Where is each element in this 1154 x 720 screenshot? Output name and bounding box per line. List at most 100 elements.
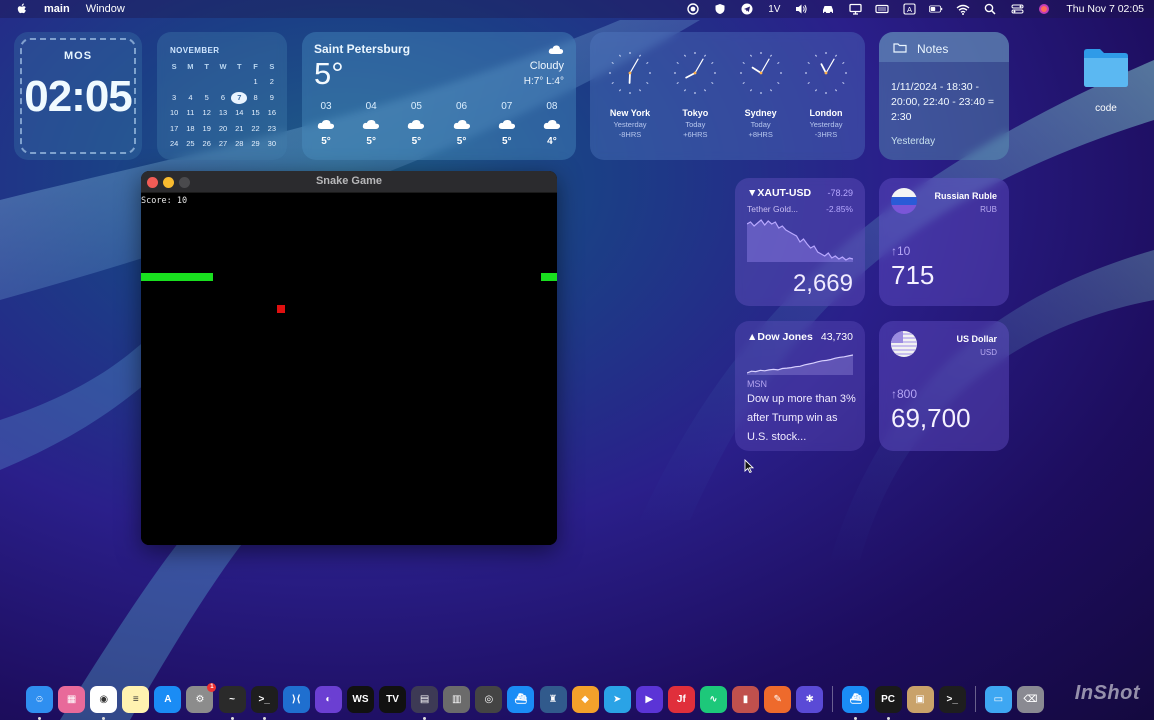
dock-calculator[interactable]: ▥: [443, 685, 471, 713]
cloud-icon: [317, 119, 335, 129]
running-indicator: [262, 716, 266, 720]
world-clock-widget[interactable]: New York Yesterday -8HRS Tokyo Today +6HRS Syd…: [590, 32, 865, 160]
world-clock-offset: -3HRS: [814, 130, 838, 139]
currency-widget-rub[interactable]: Russian Ruble RUB ↑10 715: [879, 178, 1009, 306]
weather-widget[interactable]: Saint Petersburg 5° Cloudy H:7° L:4° 03 5…: [302, 32, 576, 160]
calendar-day: [166, 76, 182, 88]
dock-app-store[interactable]: A: [154, 685, 182, 713]
desktop-folder-code[interactable]: code: [1081, 46, 1131, 114]
dock-pgadmin[interactable]: ♜: [539, 685, 567, 713]
world-clock-city: Sydney: [744, 108, 777, 118]
cloud-icon: [453, 119, 470, 129]
notes-widget[interactable]: Notes 1/11/2024 - 18:30 - 20:00, 22:40 -…: [879, 32, 1009, 160]
weather-hour: 08 4°: [538, 101, 566, 147]
battery-icon[interactable]: [929, 3, 943, 15]
car-icon[interactable]: [821, 3, 835, 15]
dock-clapper[interactable]: ▤: [411, 685, 439, 720]
calendar-day: 4: [188, 92, 193, 102]
stock-widget-xaut[interactable]: ▼XAUT-USD -78.29 Tether Gold... -2.85% 2…: [735, 178, 865, 306]
dock-docker[interactable]: ⛴: [507, 685, 535, 713]
menu-window[interactable]: Window: [86, 3, 125, 15]
world-clock-day: Today: [750, 120, 771, 129]
calendar-day: 3: [172, 92, 177, 102]
search-icon[interactable]: [983, 3, 997, 15]
dock-notes[interactable]: ≡: [122, 685, 150, 713]
dock-chrome[interactable]: ◉: [90, 685, 118, 720]
calendar-day: 16: [267, 108, 277, 118]
calendar-weekday: T: [236, 62, 242, 71]
currency-delta: ↑10: [891, 244, 911, 258]
siri-icon[interactable]: [1037, 3, 1051, 15]
dock-archive[interactable]: ▮: [732, 685, 760, 713]
menubar-clock[interactable]: Thu Nov 7 02:05: [1066, 3, 1144, 15]
dock-pycharm[interactable]: PC: [874, 685, 902, 720]
screenshot-icon: ◎: [484, 693, 494, 705]
window-titlebar[interactable]: Snake Game: [141, 171, 557, 193]
dock-colorslurp[interactable]: ✱: [796, 685, 824, 713]
dock-infuse[interactable]: ▶: [635, 685, 663, 713]
world-clock: New York Yesterday -8HRS: [602, 50, 658, 139]
dock-trash[interactable]: ⌫: [1017, 685, 1044, 713]
record-icon[interactable]: [686, 3, 700, 15]
control-center-icon[interactable]: [1010, 3, 1024, 15]
running-indicator: [230, 716, 234, 720]
svg-text:A: A: [907, 5, 912, 14]
currency-amount: 715: [891, 260, 935, 290]
input-source[interactable]: 1V: [767, 3, 781, 15]
dock-terminal[interactable]: >_: [250, 685, 278, 720]
calendar-day: 21: [235, 123, 244, 133]
inshot-watermark: InShot: [1074, 682, 1140, 704]
dock-tradingview[interactable]: TV: [379, 685, 407, 713]
currency-code: RUB: [980, 205, 997, 214]
calendar-month: NOVEMBER: [170, 46, 220, 55]
clock-widget[interactable]: MOS 02:05: [14, 32, 142, 160]
shield-icon[interactable]: [713, 3, 727, 15]
dock-screenshot[interactable]: ◎: [475, 685, 503, 713]
dock-telegram[interactable]: ➤: [603, 685, 631, 713]
calendar-day: [182, 76, 198, 88]
news-widget-dow[interactable]: ▲Dow Jones 43,730 MSN Dow up more than 3…: [735, 321, 865, 451]
wifi-icon[interactable]: [956, 3, 970, 15]
telegram-icon[interactable]: [740, 3, 754, 15]
dock-docker-2[interactable]: ⛴: [842, 685, 870, 720]
dock-sublime-merge[interactable]: ◆: [571, 685, 599, 713]
dock-webstorm[interactable]: WS: [346, 685, 374, 713]
dock-separator: [832, 686, 834, 712]
weather-hour: 07 5°: [493, 101, 521, 147]
volume-icon[interactable]: [794, 3, 808, 15]
dock-pencil[interactable]: ✎: [764, 685, 792, 713]
dock-jetbrains[interactable]: Jf: [667, 685, 695, 713]
stock-percent: -2.85%: [826, 204, 853, 214]
keyboard-icon[interactable]: [875, 3, 889, 15]
app-menu-main[interactable]: main: [44, 3, 70, 15]
dock-finder[interactable]: ☺: [26, 685, 53, 720]
calendar-day: 27: [218, 138, 228, 148]
weather-hour: 04 5°: [357, 101, 385, 147]
dock-vscode[interactable]: ⟩⟨: [282, 685, 310, 713]
text-input-icon[interactable]: A: [902, 3, 916, 15]
apple-icon[interactable]: [15, 2, 29, 16]
snake-game-window[interactable]: Snake Game Score: 10: [141, 171, 557, 545]
news-headline[interactable]: Dow up more than 3% after Trump win as U…: [747, 390, 859, 447]
dock-package[interactable]: ▣: [906, 685, 934, 713]
dock-github-desktop[interactable]: ◐: [314, 685, 342, 713]
dock-downloads[interactable]: ▭: [984, 685, 1012, 713]
dock-launchpad[interactable]: ▦: [58, 685, 86, 713]
display-icon[interactable]: [848, 3, 862, 15]
currency-widget-usd[interactable]: US Dollar USD ↑800 69,700: [879, 321, 1009, 451]
calendar-day: 14: [235, 108, 244, 118]
dock-system-settings[interactable]: ⚙ 1: [186, 682, 217, 713]
dock-terminal-2[interactable]: >_: [938, 685, 966, 713]
calendar-today: 7: [231, 91, 248, 104]
stock-name: Tether Gold...: [747, 204, 799, 214]
folder-icon: [893, 43, 907, 53]
terminal-2-icon: >_: [946, 693, 958, 705]
analog-clock-icon: [609, 52, 651, 94]
dock-activity-monitor[interactable]: ~: [218, 685, 246, 720]
calendar-widget[interactable]: NOVEMBER S M T W T F S 1 2 3 4 5 6 7 8 9 10 11 12 13 14 15 16 1…: [157, 32, 287, 160]
dock-activity[interactable]: ∿: [699, 685, 727, 713]
game-canvas[interactable]: Score: 10: [141, 193, 557, 545]
weather-hour-temp: 5°: [366, 136, 376, 147]
weather-hour-temp: 5°: [456, 136, 467, 147]
analog-clock-icon: [804, 52, 847, 94]
